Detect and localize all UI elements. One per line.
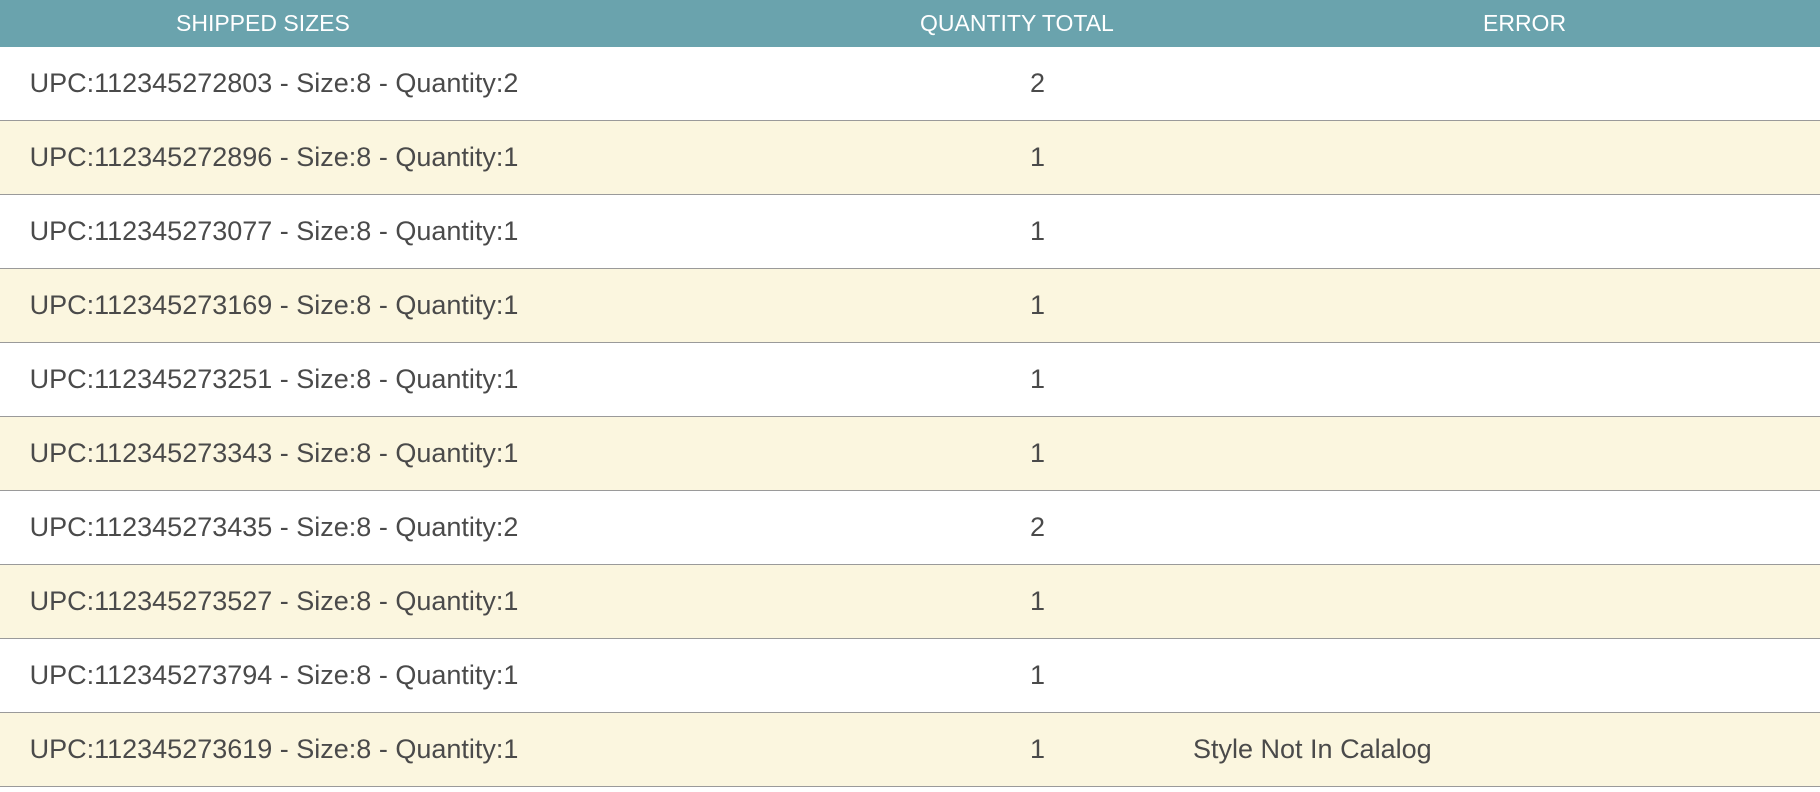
quantity-total-cell: 1 (548, 342, 1483, 417)
quantity-total-cell: 2 (548, 490, 1483, 565)
quantity-total-cell: 1 (548, 638, 1483, 713)
table-row[interactable]: UPC:112345273169 - Size:8 - Quantity:1 1 (0, 268, 1820, 343)
quantity-total-cell: 1 (548, 416, 1483, 491)
error-cell (1483, 342, 1820, 417)
table-row[interactable]: UPC:112345273251 - Size:8 - Quantity:1 1 (0, 342, 1820, 417)
table-row[interactable]: UPC:112345273794 - Size:8 - Quantity:1 1 (0, 638, 1820, 713)
quantity-total-cell: 1 (548, 268, 1483, 343)
error-cell (1483, 268, 1820, 343)
error-cell (1483, 47, 1820, 121)
table-row[interactable]: UPC:112345272803 - Size:8 - Quantity:2 2 (0, 47, 1820, 121)
quantity-total-cell: 1 (548, 194, 1483, 269)
header-error[interactable]: ERROR (1483, 0, 1820, 47)
shipped-size-cell: UPC:112345272896 - Size:8 - Quantity:1 (0, 120, 548, 195)
error-cell (1483, 120, 1820, 195)
error-cell: Style Not In Calalog (1193, 712, 1820, 787)
error-cell (1483, 638, 1820, 713)
error-cell (1483, 194, 1820, 269)
shipped-size-cell: UPC:112345273794 - Size:8 - Quantity:1 (0, 638, 548, 713)
header-row: SHIPPED SIZES QUANTITY TOTAL ERROR (0, 0, 1820, 47)
shipped-size-cell: UPC:112345273527 - Size:8 - Quantity:1 (0, 564, 548, 639)
table-row[interactable]: UPC:112345273527 - Size:8 - Quantity:1 1 (0, 564, 1820, 639)
shipped-sizes-table: SHIPPED SIZES QUANTITY TOTAL ERROR UPC:1… (0, 0, 1820, 787)
table-row[interactable]: UPC:112345273077 - Size:8 - Quantity:1 1 (0, 194, 1820, 269)
error-cell (1483, 564, 1820, 639)
table-row[interactable]: UPC:112345273343 - Size:8 - Quantity:1 1 (0, 416, 1820, 491)
shipped-size-cell: UPC:112345273251 - Size:8 - Quantity:1 (0, 342, 548, 417)
quantity-total-cell: 1 (548, 564, 1483, 639)
header-shipped-sizes[interactable]: SHIPPED SIZES (0, 0, 548, 47)
table-body: UPC:112345272803 - Size:8 - Quantity:2 2 U… (0, 47, 1820, 787)
shipped-size-cell: UPC:112345272803 - Size:8 - Quantity:2 (0, 47, 548, 121)
error-cell (1483, 490, 1820, 565)
quantity-total-cell: 2 (548, 47, 1483, 121)
shipped-size-cell: UPC:112345273169 - Size:8 - Quantity:1 (0, 268, 548, 343)
table-row[interactable]: UPC:112345272896 - Size:8 - Quantity:1 1 (0, 120, 1820, 195)
table-row[interactable]: UPC:112345273619 - Size:8 - Quantity:1 1 S… (0, 712, 1820, 787)
error-cell (1483, 416, 1820, 491)
shipped-size-cell: UPC:112345273077 - Size:8 - Quantity:1 (0, 194, 548, 269)
shipped-size-cell: UPC:112345273619 - Size:8 - Quantity:1 (0, 712, 548, 787)
quantity-total-cell: 1 (548, 120, 1483, 195)
table-header: SHIPPED SIZES QUANTITY TOTAL ERROR (0, 0, 1820, 47)
header-quantity-total[interactable]: QUANTITY TOTAL (548, 0, 1483, 47)
shipped-size-cell: UPC:112345273343 - Size:8 - Quantity:1 (0, 416, 548, 491)
table-row[interactable]: UPC:112345273435 - Size:8 - Quantity:2 2 (0, 490, 1820, 565)
shipped-size-cell: UPC:112345273435 - Size:8 - Quantity:2 (0, 490, 548, 565)
error-text: Style Not In Calalog (1193, 734, 1432, 764)
